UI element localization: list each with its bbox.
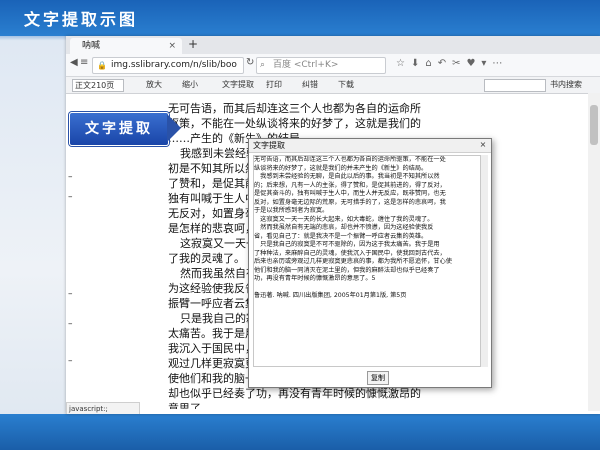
close-icon[interactable]: × (478, 140, 488, 150)
dialog-title: 文字提取 (253, 141, 285, 150)
extracted-line: 于是以我所感到者为寂寞。 (254, 207, 329, 214)
slide-bottom-band (0, 414, 600, 450)
print-button[interactable]: 打印 (266, 77, 282, 93)
tab-bar: 呐喊 × + (66, 36, 600, 54)
report-error-button[interactable]: 纠错 (302, 77, 318, 93)
zoom-out-button[interactable]: 缩小 (182, 77, 198, 93)
toolbar-icons[interactable]: ☆⬇⌂↶✂♥▾⋯ (396, 58, 508, 69)
citation-line: 鲁迅著. 呐喊. 四川出版集团, 2005年01月第1版, 第5页 (254, 292, 407, 299)
extracted-line: 了种种法，来麻醉自己的灵魂，使我沉入于国民中，使我回到古代去， (254, 249, 446, 257)
extracted-line: 他们和我的脑一同消灭在泥土里的，但我的麻醉法却也似乎已经奏了 (254, 266, 440, 274)
extracted-text-area[interactable]: 无可告语，而其后却连这三个人也都为各自的运命所驱策，不能在一处 纵谈将来的好梦了… (253, 155, 481, 367)
extracted-line: 省，看见自己了：就是我决不是一个振臂一呼应者云集的英雄。 (254, 232, 428, 240)
slide-title: 文字提取示图 (24, 10, 139, 29)
download-button[interactable]: 下载 (338, 77, 354, 93)
copy-button[interactable]: 复制 (367, 371, 389, 385)
page-line: 了我的灵魂了。 (168, 252, 245, 265)
text-extract-button[interactable]: 文字提取 (222, 77, 254, 93)
extracted-line: 纵谈将来的好梦了，这就是我们的并未产生的《新生》的结局。 (254, 164, 428, 172)
tab-close-icon[interactable]: × (168, 38, 176, 54)
extracted-line: 然而我虽然自有无端的悲哀，却也并不愤懑，因为这经验使我反 (254, 224, 434, 231)
page-line: 意思了。 (168, 402, 212, 409)
extracted-line: 功，再没有青年时候的慷慨激昂的意思了。5 (254, 275, 376, 282)
slide-title-band: 文字提取示图 (0, 0, 600, 36)
extracted-line (254, 284, 480, 293)
page-line: 无可告语，而其后却连这三个人也都为各自的运命所 (168, 102, 421, 115)
dialog-scrollbar[interactable] (481, 155, 488, 367)
extracted-line: 是促其奋斗的，独有叫喊于生人中，而生人并无反应，既非赞同，也无 (254, 190, 446, 197)
page-line: 驱策，不能在一处纵谈将来的好梦了，这就是我们的 (168, 117, 421, 130)
browser-tab[interactable]: 呐喊 × (70, 38, 182, 54)
address-bar[interactable]: 🔒 img.sslibrary.com/n/slib/boo (92, 57, 244, 74)
reader-toolbar: 正文210页 放大 缩小 文字提取 打印 纠错 下载 书内搜索 (66, 77, 600, 94)
search-input[interactable]: ⌕ 百度 <Ctrl+K> (256, 57, 386, 74)
zoom-in-button[interactable]: 放大 (146, 77, 162, 93)
extracted-line: 我感到未尝经验的无聊，是自此以后的事。我当初是不知其所以然 (254, 173, 440, 180)
extracted-line: 后来也亲历或旁观过几样更寂寞更悲哀的事，都为我所不愿追怀，甘心使 (254, 258, 452, 265)
callout-arrow-icon (167, 114, 181, 142)
reload-icon[interactable]: ↻ (246, 57, 254, 68)
search-icon: ⌕ (260, 60, 266, 70)
dialog-titlebar[interactable]: 文字提取 × (249, 139, 491, 153)
in-book-search-input[interactable] (484, 79, 546, 92)
status-bar: javascript:; (66, 402, 140, 414)
extracted-line: 只是我自己的寂寞是不可不驱除的，因为这于我太痛苦。我于是用 (254, 241, 440, 248)
search-placeholder: 百度 <Ctrl+K> (273, 60, 339, 70)
extracted-line: 无可告语，而其后却连这三个人也都为各自的运命所驱策，不能在一处 (254, 156, 446, 163)
scroll-thumb[interactable] (590, 105, 598, 145)
page-select[interactable]: 正文210页 (72, 79, 124, 92)
in-book-search-button[interactable]: 书内搜索 (550, 77, 582, 93)
extracted-line: 的；后来想，凡有一人的主张，得了赞和，是促其前进的，得了反对， (254, 181, 446, 189)
back-arrow-icon[interactable]: ◀ (70, 57, 78, 68)
extracted-line: 反对，如置身毫无边际的荒原，无可措手的了，这是怎样的悲哀呵，我 (254, 198, 446, 206)
new-tab-button[interactable]: + (188, 37, 198, 51)
url-text: img.sslibrary.com/n/slib/boo (111, 60, 237, 70)
text-extract-callout: 文字提取 (69, 112, 169, 146)
menu-icon[interactable]: ≡ (80, 57, 88, 68)
text-extract-dialog: 文字提取 × 无可告语，而其后却连这三个人也都为各自的运命所驱策，不能在一处 纵… (248, 138, 492, 388)
extracted-line: 这寂寞又一天一天的长大起来，如大毒蛇，缠住了我的灵魂了。 (254, 215, 434, 223)
lock-icon: 🔒 (97, 61, 107, 70)
page-scrollbar[interactable] (588, 93, 600, 411)
tab-title: 呐喊 (82, 41, 101, 51)
navigation-bar: ◀ ≡ 🔒 img.sslibrary.com/n/slib/boo ↻ ⌕ 百… (66, 54, 600, 77)
